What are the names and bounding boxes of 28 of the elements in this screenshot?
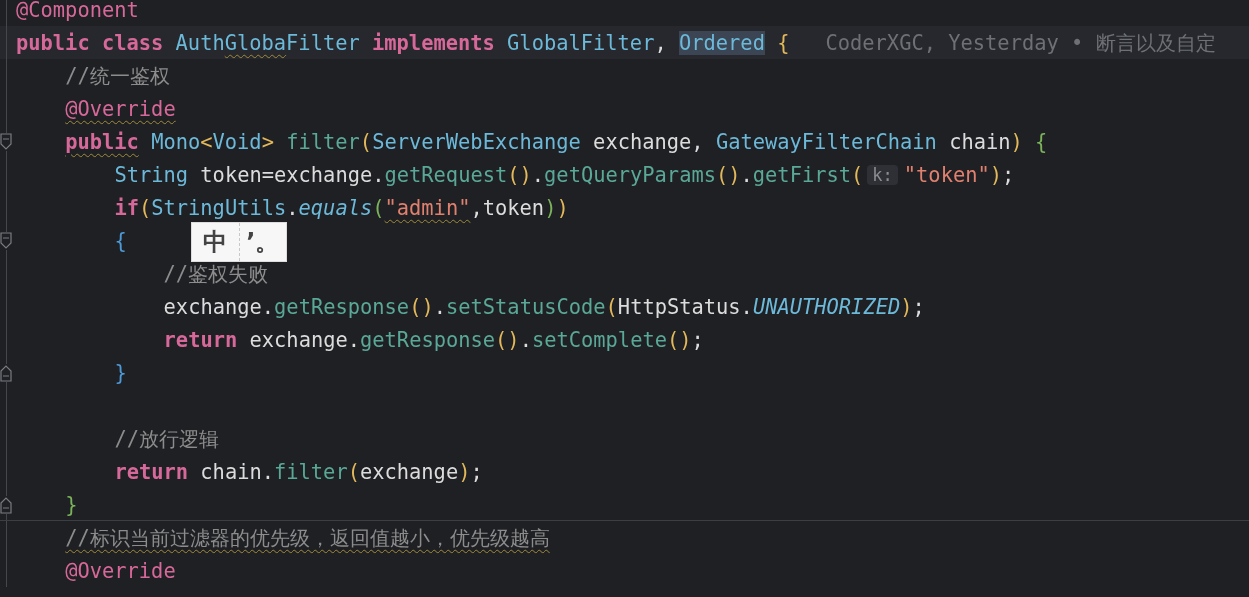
punctuation-mode[interactable]: ’。: [238, 223, 286, 261]
code-text: String token=exchange.getRequest().getQueryParams().getFirst(: [114, 162, 864, 187]
unfold-icon[interactable]: [0, 363, 12, 382]
fold-icon[interactable]: [0, 231, 12, 250]
code-line: @Component: [16, 0, 139, 22]
code-line: {: [114, 228, 127, 253]
parameter-hint: k:: [867, 164, 898, 185]
language-mode[interactable]: 中: [192, 223, 239, 261]
code-line: @Override: [65, 558, 176, 583]
unfold-icon[interactable]: [0, 495, 12, 514]
code-text: {: [776, 30, 790, 55]
code-line: }: [114, 360, 127, 385]
code-line: return exchange.getResponse().setComplete();: [163, 327, 704, 352]
code-text: public class AuthGlobaFilter implements GlobalFilter,: [16, 30, 668, 55]
highlighted-identifier: Ordered: [679, 30, 765, 55]
code-line: return chain.filter(exchange);: [114, 459, 483, 484]
code-comment: //鉴权失败: [163, 260, 269, 288]
code-line: public Mono<Void> filter(ServerWebExchange exchange, GatewayFilterChain chain) {: [65, 129, 1048, 154]
code-line: }: [65, 492, 78, 517]
code-text: "token");: [903, 162, 1015, 187]
code-line: @Override: [65, 96, 176, 121]
code-line: if(StringUtils.equals("admin",token)): [114, 195, 569, 220]
fold-icon[interactable]: [0, 132, 12, 151]
code-comment: //标识当前过滤器的优先级，返回值越小，优先级越高: [65, 524, 550, 552]
git-blame-annotation: CoderXGC, Yesterday • 断言以及自定: [825, 29, 1216, 57]
code-line: exchange.getResponse().setStatusCode(HttpStatus.UNAUTHORIZED);: [163, 294, 925, 319]
code-comment: //统一鉴权: [65, 62, 170, 90]
code-comment: //放行逻辑: [114, 425, 219, 453]
